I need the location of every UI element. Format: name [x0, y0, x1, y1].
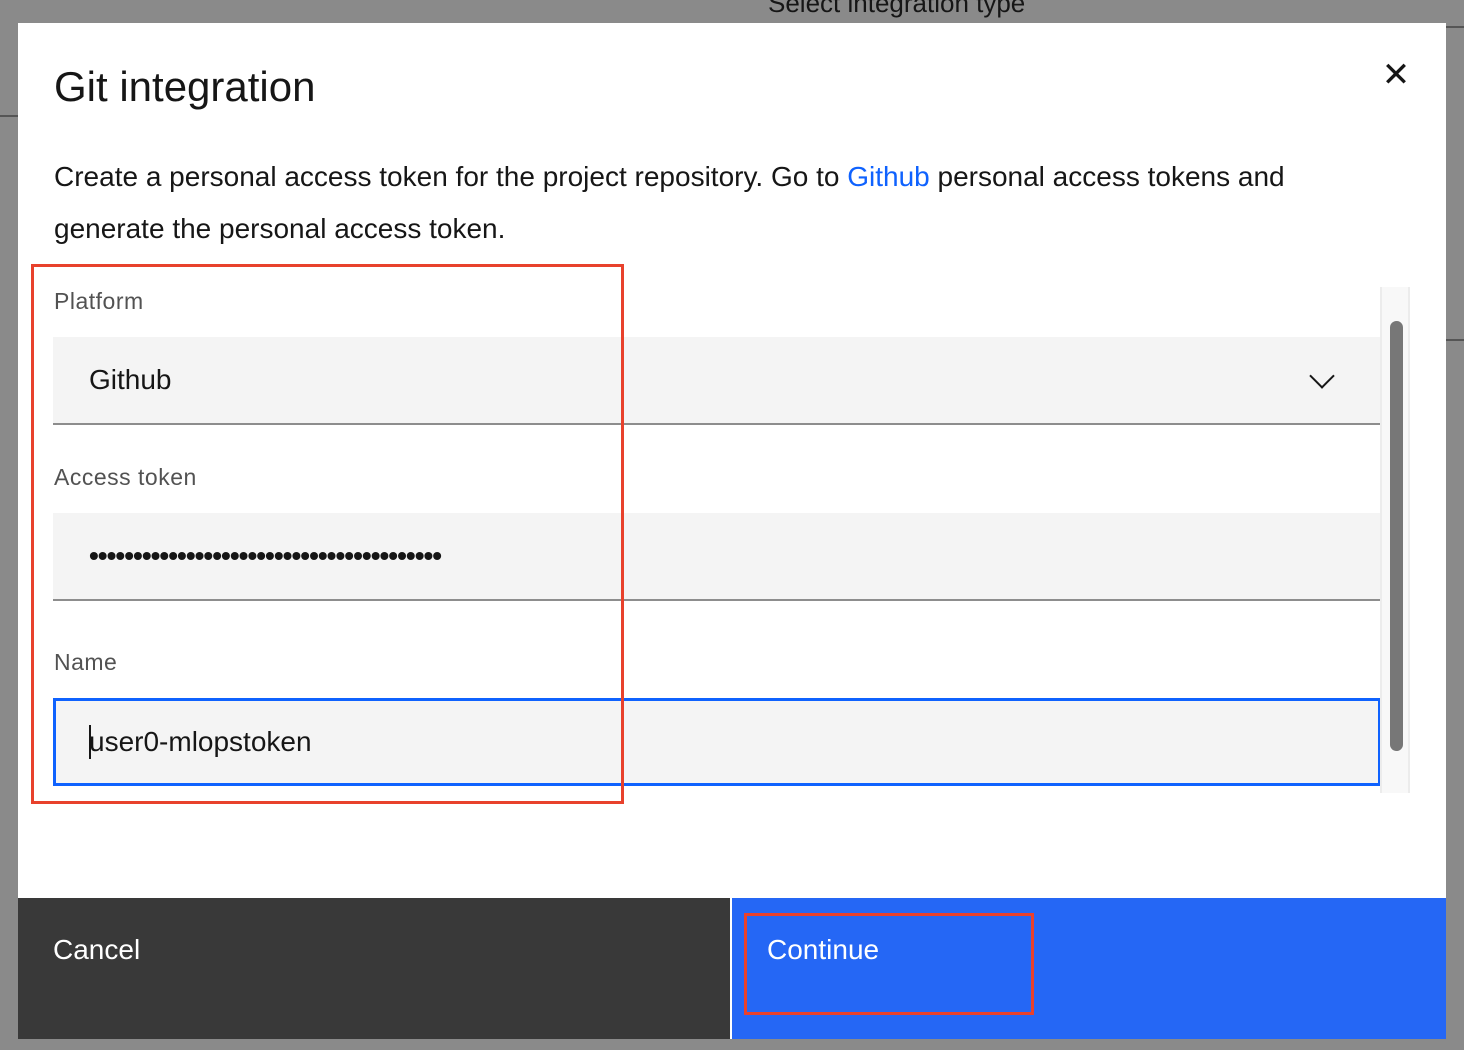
background-divider — [1446, 339, 1464, 341]
description-text: Create a personal access token for the p… — [54, 161, 848, 192]
modal-description: Create a personal access token for the p… — [54, 151, 1334, 255]
modal-title: Git integration — [54, 63, 316, 110]
cancel-button[interactable]: Cancel — [18, 898, 730, 1039]
github-link[interactable]: Github — [847, 161, 930, 192]
scrollbar-thumb[interactable] — [1390, 321, 1403, 751]
background-heading: Select integration type — [768, 0, 1026, 18]
chevron-down-icon — [1309, 363, 1335, 389]
highlight-box-continue — [744, 913, 1034, 1015]
close-icon[interactable]: ✕ — [1378, 57, 1414, 93]
scrollbar[interactable] — [1380, 287, 1410, 793]
background-divider — [0, 115, 18, 117]
git-integration-modal: Git integration ✕ Create a personal acce… — [18, 23, 1446, 1039]
background-divider — [1446, 26, 1464, 28]
highlight-box-fields — [31, 264, 624, 804]
